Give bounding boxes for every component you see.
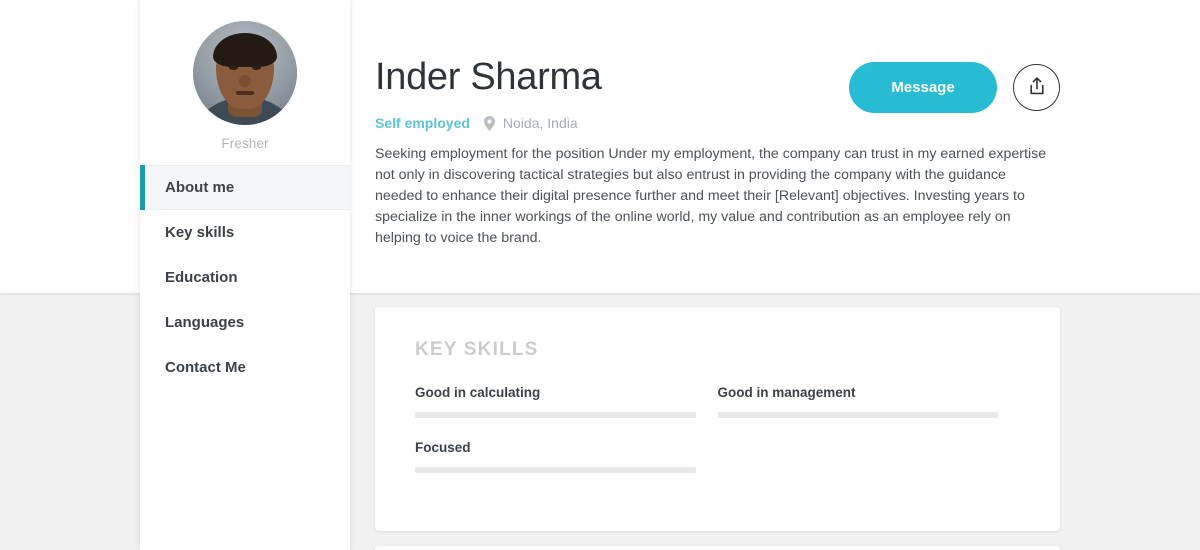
sidebar-item-label: Languages xyxy=(165,314,245,331)
profile-bio: Seeking employment for the position Unde… xyxy=(375,146,1047,246)
skill-item: Focused xyxy=(415,440,718,473)
sidebar-item-contact-me[interactable]: Contact Me xyxy=(140,345,350,390)
share-button[interactable] xyxy=(1013,64,1060,111)
avatar-brow-left xyxy=(227,60,240,63)
share-upload-icon xyxy=(1028,76,1046,99)
avatar-section: Fresher xyxy=(140,0,350,151)
skill-item: Good in calculating xyxy=(415,385,718,418)
location-text: Noida, India xyxy=(502,115,578,131)
cards-area: Key skills Good in calculating Good in m… xyxy=(375,307,1060,550)
skill-name: Focused xyxy=(415,440,471,455)
sidebar: Fresher About me Key skills Education La… xyxy=(140,0,350,550)
avatar-mouth xyxy=(236,91,254,95)
key-skills-title: Key skills xyxy=(415,339,539,360)
profile-meta: Self employed Noida, India xyxy=(375,115,1200,131)
sidebar-item-education[interactable]: Education xyxy=(140,255,350,300)
avatar-eye-right xyxy=(252,65,261,70)
profile-actions: Message xyxy=(849,62,1060,113)
main-content: Inder Sharma Self employed Noida, India … xyxy=(350,0,1200,550)
sidebar-item-languages[interactable]: Languages xyxy=(140,300,350,345)
sidebar-nav: About me Key skills Education Languages … xyxy=(140,165,350,390)
sidebar-item-label: Key skills xyxy=(165,224,235,241)
skill-progress-bar xyxy=(415,467,696,473)
sidebar-item-about-me[interactable]: About me xyxy=(140,165,350,210)
skill-item: Good in management xyxy=(717,385,1021,418)
avatar-eye-left xyxy=(229,65,238,70)
key-skills-card: Key skills Good in calculating Good in m… xyxy=(375,307,1060,531)
profile-header: Inder Sharma Self employed Noida, India … xyxy=(350,0,1200,293)
sidebar-item-label: About me xyxy=(165,179,235,196)
sidebar-item-key-skills[interactable]: Key skills xyxy=(140,210,350,255)
employment-status: Self employed xyxy=(375,115,470,131)
avatar-nose xyxy=(239,75,251,87)
skill-name: Good in calculating xyxy=(415,385,541,400)
location-pin-icon xyxy=(483,115,495,131)
status-badge: Fresher xyxy=(221,136,269,151)
avatar xyxy=(193,21,297,125)
sidebar-item-label: Contact Me xyxy=(165,359,246,376)
skill-name: Good in management xyxy=(717,385,856,400)
page-title: Inder Sharma xyxy=(375,56,602,98)
skill-progress-bar xyxy=(415,412,696,418)
next-section-card xyxy=(375,546,1060,550)
skills-grid: Good in calculating Good in management F… xyxy=(415,385,1020,495)
skill-progress-bar xyxy=(717,412,998,418)
avatar-brow-right xyxy=(250,60,263,63)
sidebar-item-label: Education xyxy=(165,269,238,286)
message-button[interactable]: Message xyxy=(849,62,997,113)
